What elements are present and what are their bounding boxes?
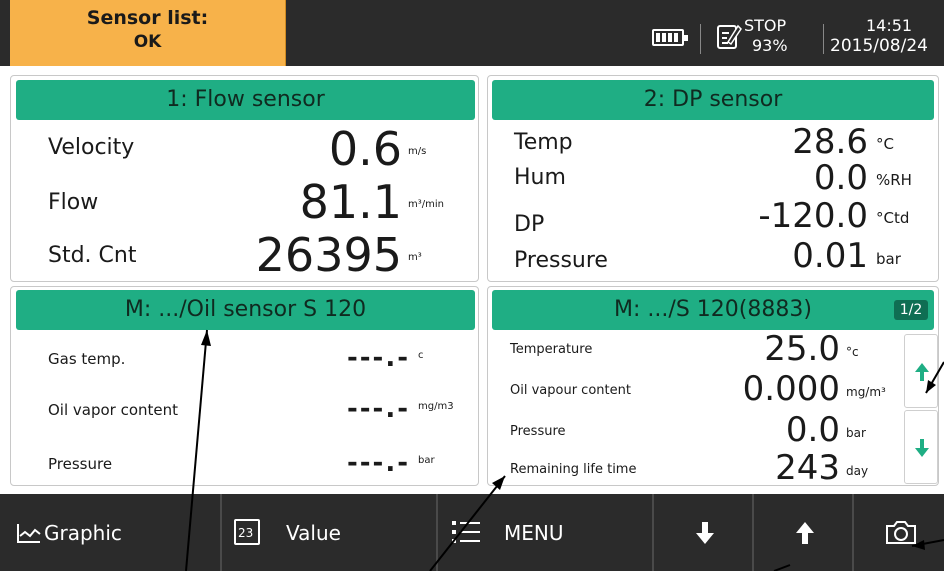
temperature-label: Temperature bbox=[510, 342, 593, 357]
hum-value: 0.0 bbox=[813, 158, 868, 198]
remaining-life-label: Remaining life time bbox=[510, 462, 637, 477]
std-count-label: Std. Cnt bbox=[48, 243, 137, 268]
menu-label: MENU bbox=[504, 521, 564, 545]
clock-time: 14:51 bbox=[866, 16, 913, 35]
temperature-value: 25.0 bbox=[764, 329, 840, 369]
remaining-life-value: 243 bbox=[775, 448, 840, 488]
oil-vapour-value: 0.000 bbox=[742, 369, 840, 409]
flow-unit: m³/min bbox=[408, 199, 444, 210]
gas-temp-value: ---.- bbox=[346, 343, 410, 373]
dp-unit: °Ctd bbox=[876, 209, 910, 227]
pressure-label: Pressure bbox=[514, 248, 608, 273]
graphic-button[interactable]: Graphic bbox=[8, 494, 222, 571]
temp-label: Temp bbox=[514, 130, 573, 155]
pressure-unit: bar bbox=[876, 250, 901, 268]
velocity-unit: m/s bbox=[408, 146, 427, 157]
value-label: Value bbox=[286, 521, 341, 545]
calendar-icon: 23 bbox=[234, 519, 260, 545]
temperature-unit: °c bbox=[846, 345, 859, 359]
down-arrow-icon bbox=[696, 522, 714, 544]
s120-pressure-label: Pressure bbox=[510, 424, 566, 439]
oil-vapor-unit: mg/m3 bbox=[418, 401, 454, 412]
remaining-life-unit: day bbox=[846, 464, 869, 478]
dp-value: -120.0 bbox=[758, 196, 868, 236]
sensor-list-status[interactable]: Sensor list: OK bbox=[10, 0, 286, 66]
velocity-label: Velocity bbox=[48, 135, 135, 160]
s120-pressure-unit: bar bbox=[846, 426, 866, 440]
clock-date: 2015/08/24 bbox=[830, 36, 928, 56]
oil-sensor-title[interactable]: M: .../Oil sensor S 120 bbox=[16, 290, 475, 330]
graphic-label: Graphic bbox=[44, 521, 122, 545]
flow-label: Flow bbox=[48, 190, 99, 215]
pressure-value: 0.01 bbox=[792, 236, 868, 276]
std-count-value: 26395 bbox=[255, 228, 402, 282]
page-indicator: 1/2 bbox=[894, 300, 928, 320]
graph-icon bbox=[17, 524, 41, 543]
record-state: STOP bbox=[744, 16, 787, 35]
arrow-down-icon bbox=[915, 439, 929, 457]
s120-title[interactable]: M: .../S 120(8883) bbox=[492, 290, 934, 330]
status-bar: Sensor list: OK STOP 93% 14:51 2015/08/2… bbox=[0, 0, 944, 66]
battery-icon bbox=[652, 29, 688, 46]
camera-icon bbox=[886, 521, 916, 544]
oil-pressure-unit: bar bbox=[418, 455, 435, 466]
divider bbox=[823, 24, 824, 54]
gas-temp-unit: c bbox=[418, 350, 424, 361]
sensor-list-ok: OK bbox=[133, 32, 162, 52]
record-percent: 93% bbox=[752, 36, 788, 55]
gas-temp-label: Gas temp. bbox=[48, 350, 126, 368]
divider bbox=[700, 24, 701, 54]
screenshot-button[interactable] bbox=[856, 494, 944, 571]
temp-value: 28.6 bbox=[792, 122, 868, 162]
down-button[interactable] bbox=[656, 494, 754, 571]
dp-label: DP bbox=[514, 212, 545, 237]
up-button[interactable] bbox=[756, 494, 854, 571]
scroll-up-button[interactable] bbox=[904, 334, 938, 408]
calendar-icon-text: 23 bbox=[238, 526, 254, 540]
menu-list-icon bbox=[452, 521, 480, 543]
menu-button[interactable]: MENU bbox=[440, 494, 654, 571]
hum-unit: %RH bbox=[876, 171, 912, 189]
flow-sensor-title[interactable]: 1: Flow sensor bbox=[16, 80, 475, 120]
oil-pressure-label: Pressure bbox=[48, 455, 113, 473]
sensor-list-title: Sensor list: bbox=[86, 7, 209, 29]
dp-sensor-title[interactable]: 2: DP sensor bbox=[492, 80, 934, 120]
temp-unit: °C bbox=[876, 135, 894, 153]
scroll-down-button[interactable] bbox=[904, 410, 938, 484]
oil-pressure-value: ---.- bbox=[346, 448, 410, 478]
velocity-value: 0.6 bbox=[328, 122, 402, 176]
value-button[interactable]: 23 Value bbox=[224, 494, 438, 571]
std-count-unit: m³ bbox=[408, 252, 422, 263]
flow-value: 81.1 bbox=[299, 175, 402, 229]
oil-vapor-label: Oil vapor content bbox=[48, 401, 179, 419]
oil-vapor-value: ---.- bbox=[346, 394, 410, 424]
s120-pressure-value: 0.0 bbox=[785, 410, 840, 450]
hum-label: Hum bbox=[514, 165, 566, 190]
s120-title-text: M: .../S 120(8883) bbox=[614, 297, 812, 322]
oil-vapour-unit: mg/m³ bbox=[846, 385, 886, 399]
record-icon bbox=[717, 24, 742, 49]
up-arrow-icon bbox=[796, 522, 814, 544]
arrow-up-icon bbox=[915, 363, 929, 381]
oil-vapour-label: Oil vapour content bbox=[510, 383, 631, 398]
